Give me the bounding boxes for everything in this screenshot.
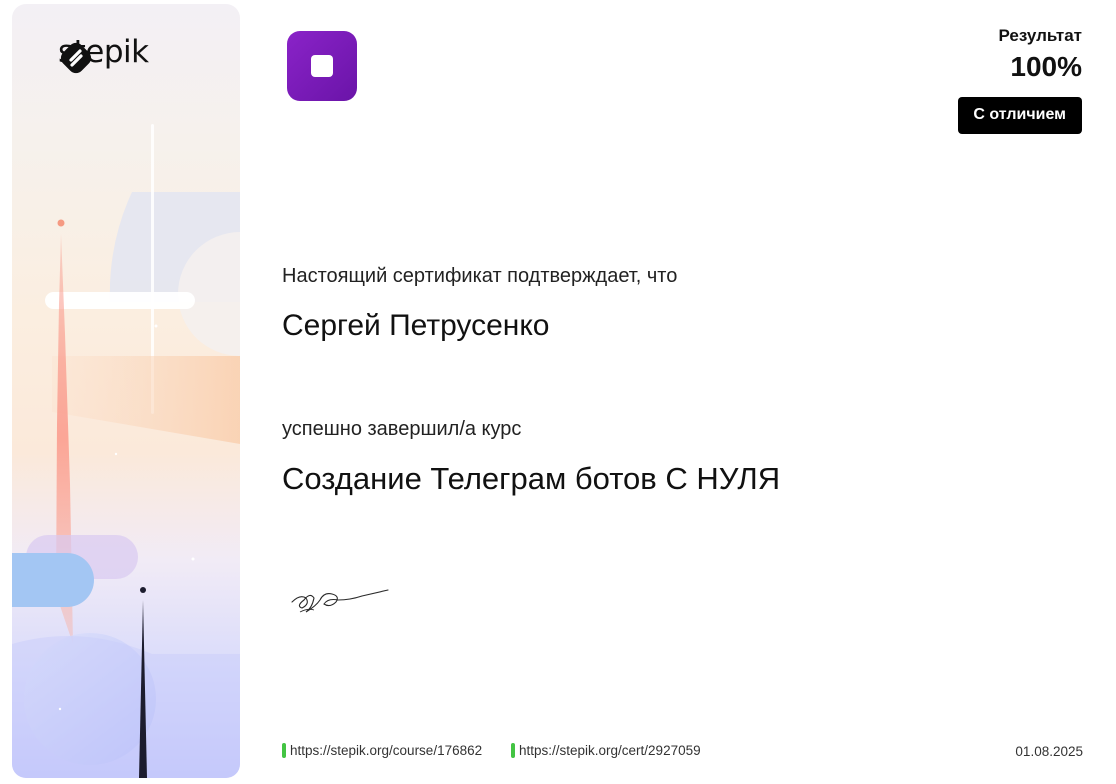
distinction-badge: С отличием <box>958 97 1082 134</box>
course-url[interactable]: https://stepik.org/course/176862 <box>290 743 482 758</box>
stepik-logo-icon <box>60 42 92 74</box>
completed-text: успешно завершил/а курс <box>282 418 522 440</box>
signature-image <box>291 589 389 613</box>
course-title: Создание Телеграм ботов С НУЛЯ <box>282 461 781 496</box>
certificate-link[interactable]: https://stepik.org/cert/2927059 <box>511 743 701 758</box>
link-marker <box>511 743 515 758</box>
confirm-text: Настоящий сертификат подтверждает, что <box>282 265 678 287</box>
certificate-page: stepik Результат 100% С отличием Настоящ… <box>0 0 1116 784</box>
recipient-name: Сергей Петрусенко <box>282 309 550 342</box>
decorative-side-panel: stepik <box>12 4 240 778</box>
stepik-logo: stepik <box>58 37 149 74</box>
course-link[interactable]: https://stepik.org/course/176862 <box>282 743 482 758</box>
course-logo-square-icon <box>311 55 333 77</box>
link-marker <box>282 743 286 758</box>
issue-date: 01.08.2025 <box>1015 744 1083 759</box>
result-block: Результат 100% С отличием <box>958 26 1082 134</box>
decorative-artwork <box>12 124 240 778</box>
certificate-url[interactable]: https://stepik.org/cert/2927059 <box>519 743 701 758</box>
result-value: 100% <box>1010 51 1082 82</box>
course-logo <box>287 31 357 101</box>
result-label: Результат <box>998 26 1083 45</box>
